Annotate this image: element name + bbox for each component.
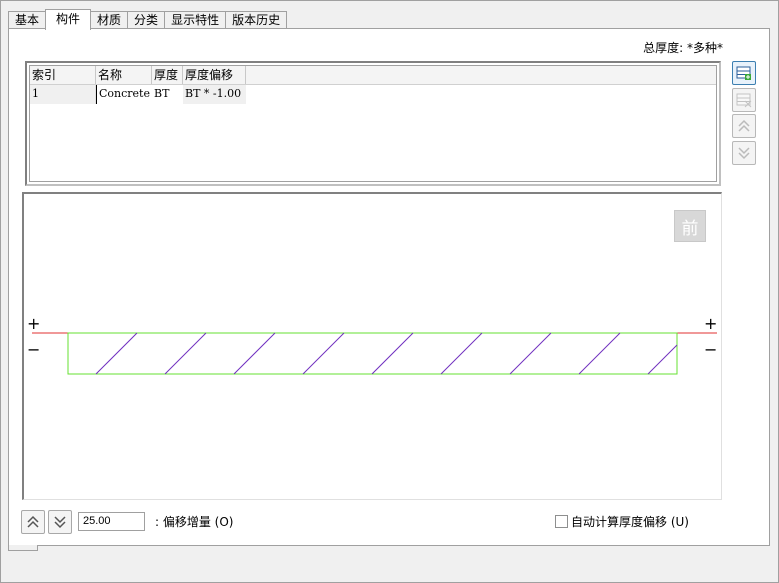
delete-row-icon: [736, 93, 752, 108]
move-up-button[interactable]: [732, 114, 756, 138]
tab-bar: 基本 构件 材质 分类 显示特性 版本历史: [8, 9, 288, 30]
double-chevron-down-icon: [738, 147, 750, 160]
tab-components[interactable]: 构件: [45, 9, 92, 30]
layer-preview-drawing: [32, 332, 717, 375]
insert-row-icon: [736, 66, 751, 80]
insert-row-button[interactable]: [732, 61, 756, 85]
offset-down-button[interactable]: [48, 510, 72, 534]
total-thickness-label: 总厚度: *多种*: [643, 41, 723, 55]
plus-sign-right: +: [704, 314, 718, 333]
cell-index[interactable]: 1: [30, 85, 96, 104]
auto-offset-checkbox[interactable]: [555, 515, 568, 528]
auto-offset-option[interactable]: 自动计算厚度偏移 (U): [555, 513, 689, 530]
layer-hatch: [95, 332, 678, 375]
header-thickness-offset[interactable]: 厚度偏移: [183, 66, 246, 84]
offset-increment-label: : 偏移增量 (O): [155, 515, 234, 529]
table-row[interactable]: 1 Concrete BT BT * -1.00: [30, 85, 716, 104]
header-thickness[interactable]: 厚度: [152, 66, 183, 84]
delete-row-button[interactable]: [732, 88, 756, 112]
layers-table: 索引 名称 厚度 厚度偏移 1 Concrete BT BT * -1.00: [25, 61, 721, 186]
offset-increment-input[interactable]: 25.00: [78, 512, 145, 531]
header-index[interactable]: 索引: [30, 66, 96, 84]
double-chevron-down-icon: [54, 516, 66, 529]
cell-name[interactable]: Concrete: [96, 85, 152, 104]
header-name[interactable]: 名称: [96, 66, 152, 84]
minus-sign-right: −: [704, 340, 718, 359]
plus-sign-left: +: [27, 314, 41, 333]
double-chevron-up-icon: [738, 119, 750, 132]
auto-offset-label[interactable]: 自动计算厚度偏移 (U): [571, 513, 689, 530]
offset-up-button[interactable]: [21, 510, 45, 534]
move-down-button[interactable]: [732, 141, 756, 165]
table-header: 索引 名称 厚度 厚度偏移: [30, 66, 716, 85]
double-chevron-up-icon: [27, 515, 39, 528]
cell-thickness[interactable]: BT: [152, 85, 183, 104]
bottom-tab-stub: [8, 545, 38, 551]
layer-preview: 前 + − + −: [22, 192, 722, 500]
cell-thickness-offset[interactable]: BT * -1.00: [183, 85, 246, 104]
minus-sign-left: −: [27, 340, 41, 359]
